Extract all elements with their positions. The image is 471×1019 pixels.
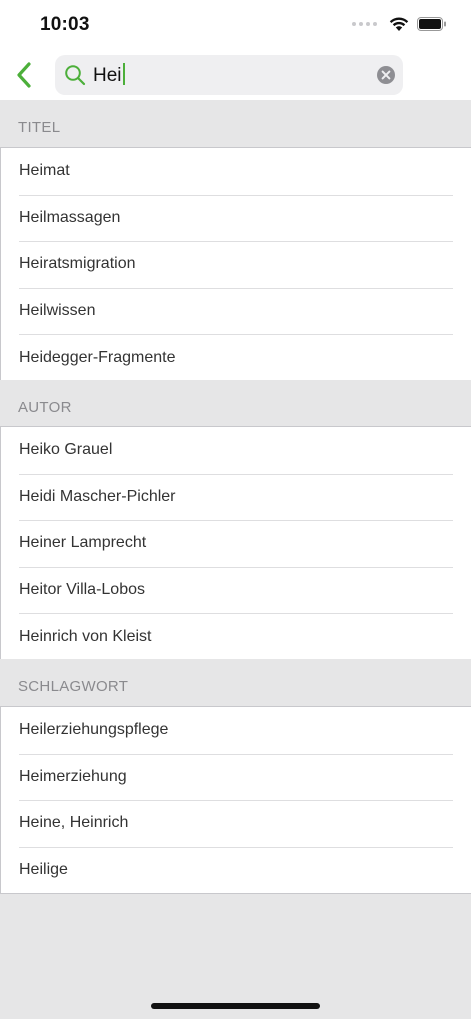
screen: 10:03 Hei TITEL Heimat Heilmassagen Heir… bbox=[0, 0, 471, 1019]
section-header-autor: AUTOR bbox=[0, 380, 471, 428]
list-item[interactable]: Heidegger-Fragmente bbox=[1, 334, 471, 381]
top-bar: 10:03 Hei bbox=[0, 0, 471, 100]
list-item[interactable]: Heidi Mascher-Pichler bbox=[1, 473, 471, 521]
list-item[interactable]: Heiko Grauel bbox=[1, 427, 471, 474]
list-item[interactable]: Heitor Villa-Lobos bbox=[1, 566, 471, 614]
list-item[interactable]: Heimat bbox=[1, 148, 471, 195]
wifi-icon bbox=[389, 17, 409, 31]
cellular-signal-icon bbox=[352, 22, 377, 26]
list-item[interactable]: Heiratsmigration bbox=[1, 241, 471, 288]
list-item[interactable]: Heilige bbox=[1, 846, 471, 894]
list-item[interactable]: Heilmassagen bbox=[1, 194, 471, 242]
status-icons bbox=[352, 16, 447, 32]
search-query: Hei bbox=[93, 65, 122, 86]
search-icon bbox=[65, 65, 86, 86]
clear-search-icon[interactable] bbox=[377, 66, 395, 84]
list-item[interactable]: Heilwissen bbox=[1, 287, 471, 335]
status-time: 10:03 bbox=[40, 14, 90, 35]
section-header-titel: TITEL bbox=[0, 100, 471, 148]
battery-icon bbox=[417, 17, 446, 31]
list-item[interactable]: Heimerziehung bbox=[1, 753, 471, 801]
list-item[interactable]: Heine, Heinrich bbox=[1, 800, 471, 847]
section-header-schlagwort: SCHLAGWORT bbox=[0, 659, 471, 707]
search-input[interactable]: Hei bbox=[93, 63, 125, 87]
home-indicator[interactable] bbox=[151, 1003, 320, 1009]
list-item[interactable]: Heinrich von Kleist bbox=[1, 613, 471, 660]
section-list-titel: Heimat Heilmassagen Heiratsmigration Hei… bbox=[0, 147, 471, 382]
list-item[interactable]: Heiner Lamprecht bbox=[1, 520, 471, 567]
search-bar[interactable]: Hei bbox=[55, 55, 403, 95]
chevron-left-icon bbox=[17, 62, 31, 88]
text-cursor bbox=[122, 63, 125, 85]
section-list-schlagwort: Heilerziehungspflege Heimerziehung Heine… bbox=[0, 706, 471, 895]
list-item[interactable]: Heilerziehungspflege bbox=[1, 707, 471, 754]
section-list-autor: Heiko Grauel Heidi Mascher-Pichler Heine… bbox=[0, 426, 471, 661]
back-button[interactable] bbox=[10, 60, 38, 90]
